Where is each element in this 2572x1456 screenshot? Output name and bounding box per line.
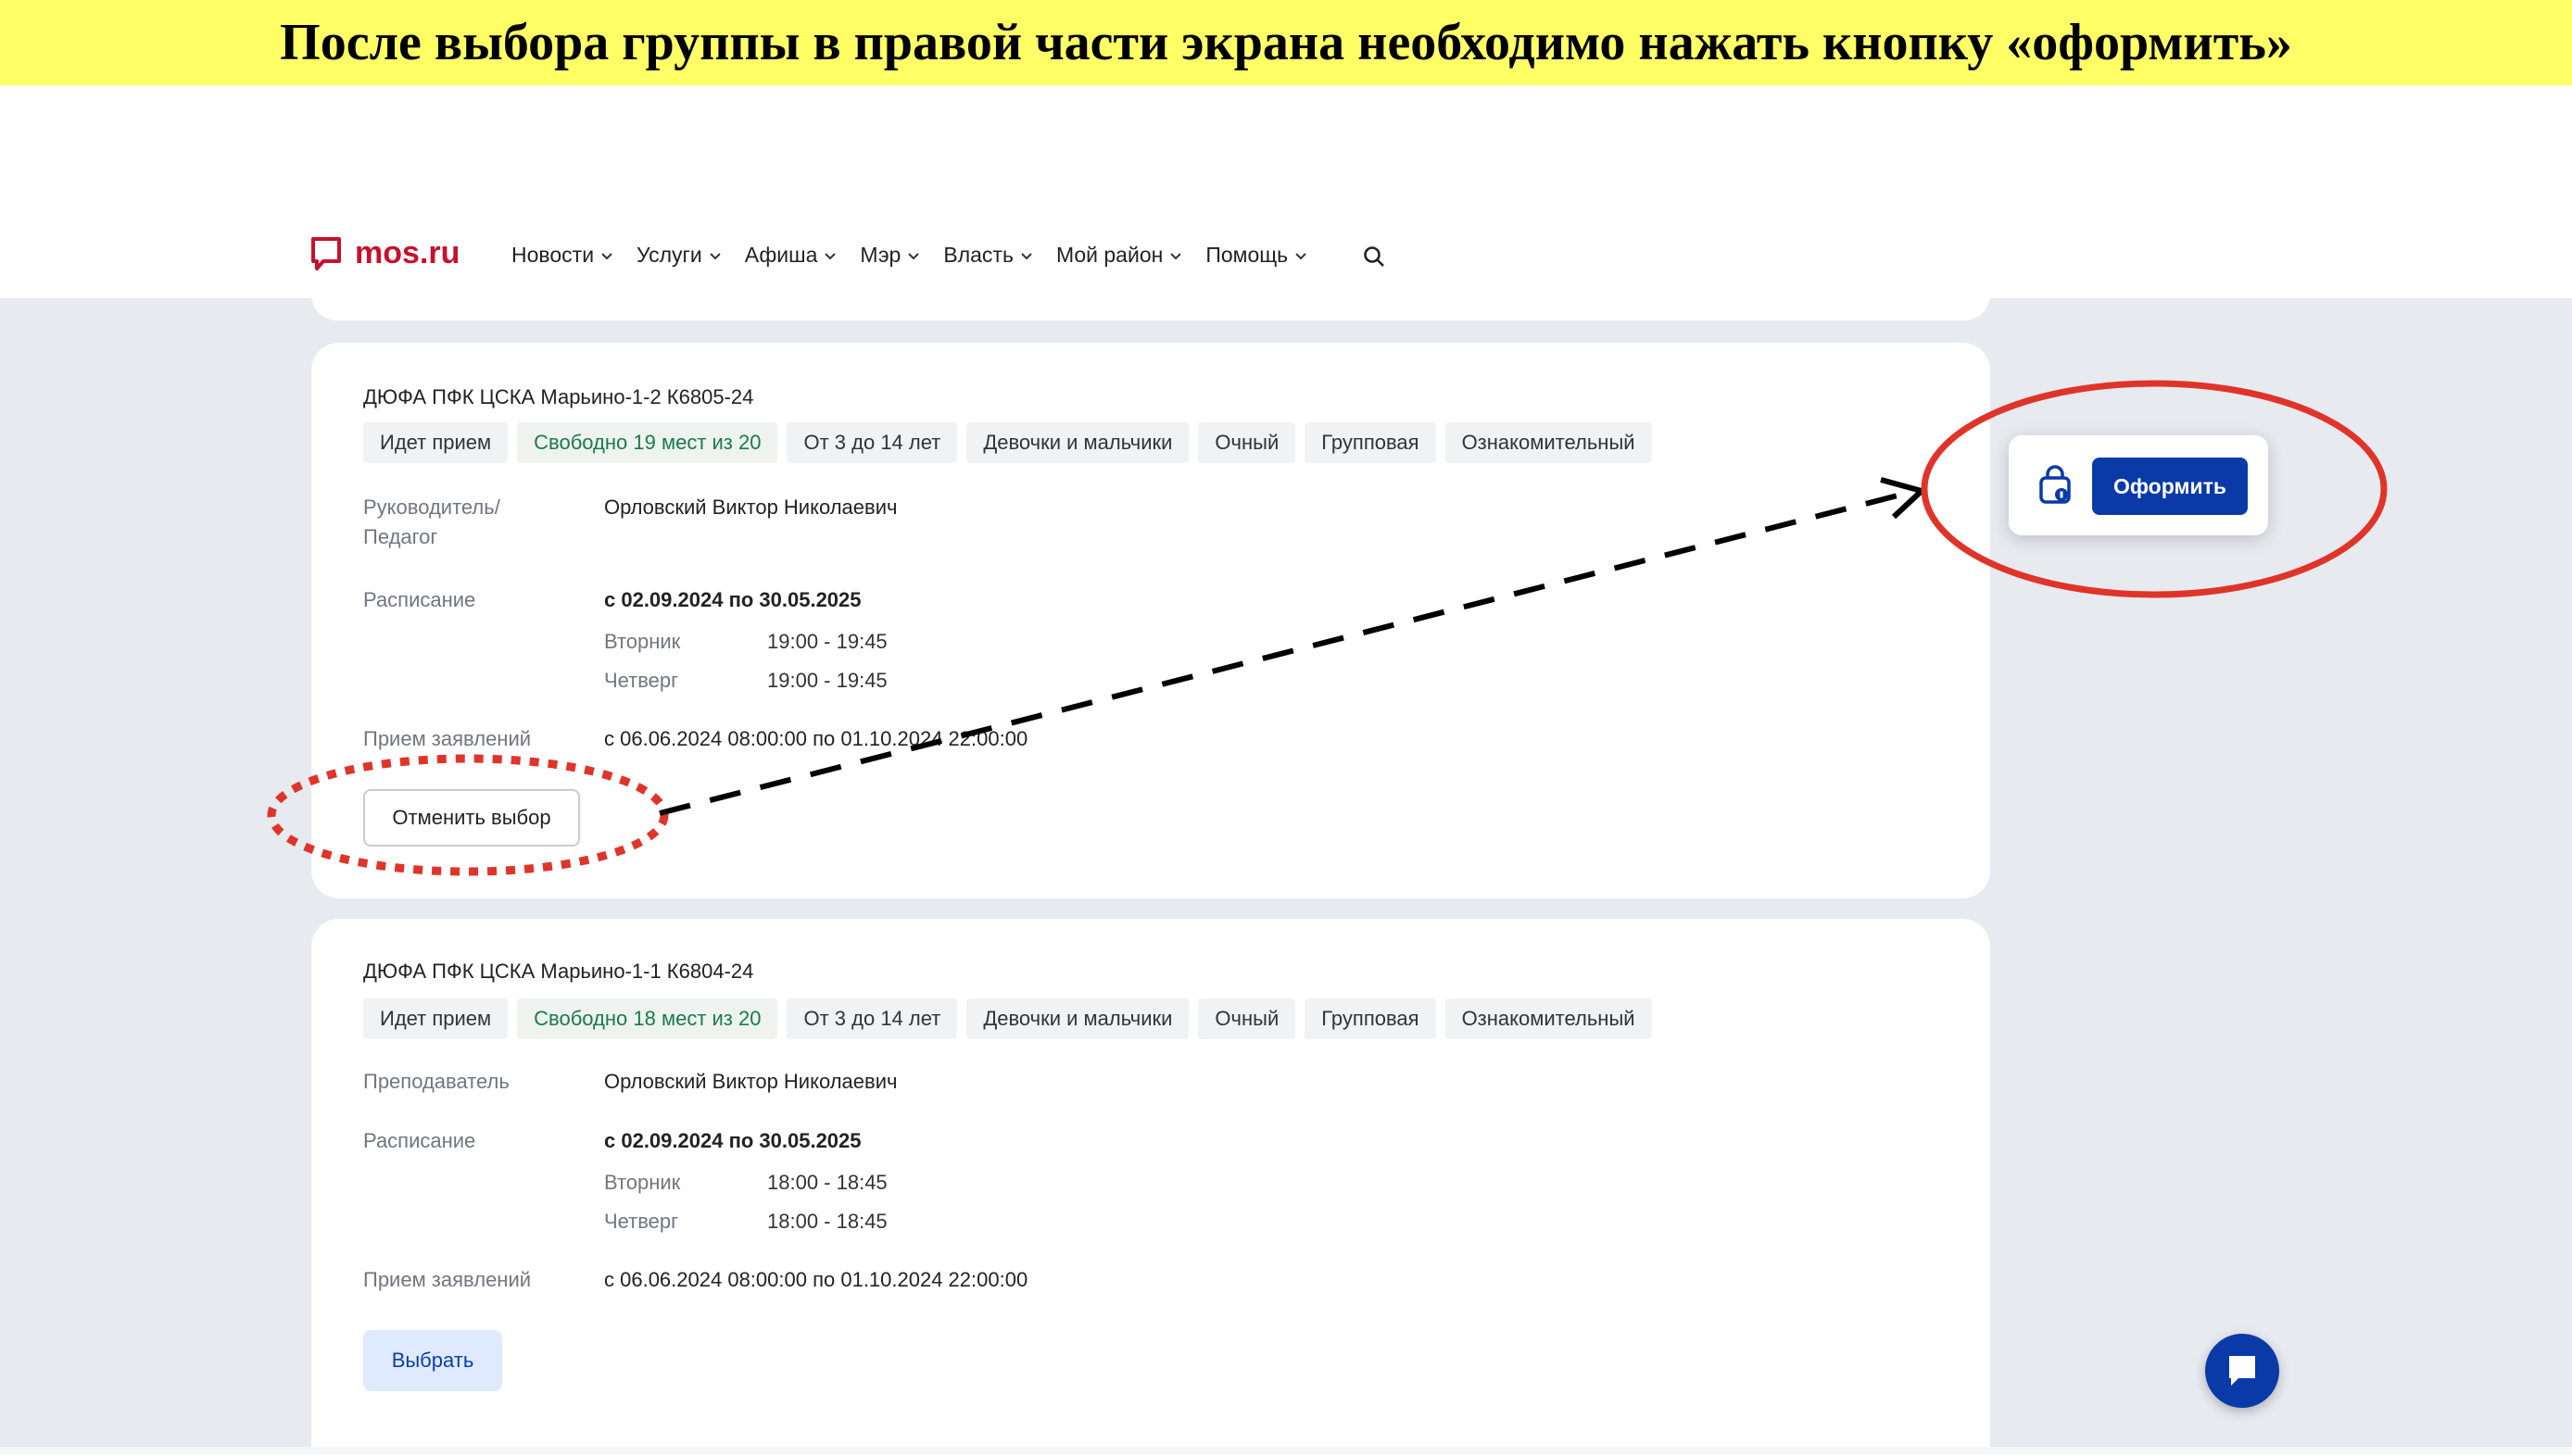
age-tag: От 3 до 14 лет [787, 998, 958, 1039]
cart-lock-icon [2039, 465, 2071, 504]
nav-item-afisha[interactable]: Афиша [745, 243, 838, 268]
schedule-day: Вторник [604, 1171, 681, 1194]
main-nav: Новости Услуги Афиша Мэр Власть Мой райо… [511, 243, 1330, 268]
schedule-day: Четверг [604, 669, 679, 692]
chevron-down-icon [825, 252, 837, 259]
nav-item-services[interactable]: Услуги [637, 243, 723, 268]
schedule-period: с 02.09.2024 по 30.05.2025 [604, 1129, 862, 1152]
format-tag: Очный [1198, 998, 1296, 1039]
chevron-down-icon [908, 252, 920, 259]
teacher-label: Преподаватель [363, 1070, 510, 1093]
nav-item-authority[interactable]: Власть [943, 243, 1034, 268]
logo-text: mos.ru [355, 235, 460, 270]
site-header: mos.ru Новости Услуги Афиша Мэр Власть М… [0, 215, 2572, 298]
chevron-down-icon [1170, 252, 1182, 259]
free-places-tag: Свободно 19 мест из 20 [517, 422, 778, 463]
level-tag: Ознакомительный [1444, 998, 1652, 1039]
schedule-day: Четверг [604, 1210, 679, 1233]
applications-value: с 06.06.2024 08:00:00 по 01.10.2024 22:0… [604, 727, 1028, 750]
nav-item-my-district[interactable]: Мой район [1056, 243, 1183, 268]
logo[interactable]: mos.ru [310, 235, 460, 271]
page-bottom-edge [0, 1447, 2572, 1454]
teacher-value: Орловский Виктор Николаевич [604, 1070, 898, 1093]
nav-label: Власть [943, 243, 1014, 267]
nav-label: Мэр [860, 243, 901, 267]
choose-button[interactable]: Выбрать [363, 1330, 502, 1391]
instruction-banner: После выбора группы в правой части экран… [0, 0, 2572, 85]
search-icon[interactable] [1362, 245, 1386, 269]
format-tag: Очный [1198, 422, 1296, 463]
schedule-period: с 02.09.2024 по 30.05.2025 [604, 588, 862, 611]
logo-icon [311, 236, 341, 270]
chevron-down-icon [601, 252, 612, 259]
group-title: ДЮФА ПФК ЦСКА Марьино-1-1 К6804-24 [363, 960, 754, 983]
schedule-label: Расписание [363, 1129, 476, 1152]
leader-value: Орловский Виктор Николаевич [604, 496, 898, 519]
schedule-day: Вторник [604, 630, 681, 653]
chevron-down-icon [1021, 252, 1032, 259]
schedule-time: 18:00 - 18:45 [767, 1210, 888, 1233]
group-card: ДЮФА ПФК ЦСКА Марьино-1-1 К6804-24 Идет … [311, 919, 1990, 1456]
schedule-label: Расписание [363, 588, 476, 611]
chat-icon [2229, 1356, 2255, 1386]
group-card-selected: ДЮФА ПФК ЦСКА Марьино-1-2 К6805-24 Идет … [311, 343, 1990, 898]
nav-label: Афиша [744, 243, 818, 267]
group-title: ДЮФА ПФК ЦСКА Марьино-1-2 К6805-24 [363, 385, 754, 408]
nav-item-news[interactable]: Новости [511, 243, 614, 268]
nav-item-help[interactable]: Помощь [1205, 243, 1308, 268]
nav-label: Мой район [1055, 243, 1164, 267]
instruction-text: После выбора группы в правой части экран… [280, 14, 2292, 71]
schedule-time: 18:00 - 18:45 [767, 1171, 888, 1194]
nav-label: Услуги [637, 243, 702, 267]
checkout-button[interactable]: Оформить [2092, 458, 2248, 515]
status-tag: Идет прием [363, 998, 509, 1039]
group-tags: Идет прием Свободно 18 мест из 20 От 3 д… [363, 998, 1652, 1039]
type-tag: Групповая [1305, 422, 1436, 463]
schedule-time: 19:00 - 19:45 [767, 669, 888, 692]
applications-label: Прием заявлений [363, 727, 532, 750]
cancel-selection-button[interactable]: Отменить выбор [363, 789, 580, 847]
checkout-panel: Оформить [2009, 435, 2268, 535]
leader-label: Руководитель/ Педагог [363, 496, 500, 548]
nav-label: Новости [511, 243, 595, 267]
chat-button[interactable] [2205, 1334, 2279, 1408]
applications-value: с 06.06.2024 08:00:00 по 01.10.2024 22:0… [604, 1268, 1028, 1291]
age-tag: От 3 до 14 лет [787, 422, 958, 463]
free-places-tag: Свободно 18 мест из 20 [517, 998, 778, 1039]
schedule-time: 19:00 - 19:45 [767, 630, 888, 653]
gender-tag: Девочки и мальчики [966, 422, 1190, 463]
level-tag: Ознакомительный [1444, 422, 1652, 463]
gender-tag: Девочки и мальчики [966, 998, 1190, 1039]
chevron-down-icon [1295, 252, 1306, 259]
type-tag: Групповая [1305, 998, 1436, 1039]
status-tag: Идет прием [363, 422, 509, 463]
nav-label: Помощь [1205, 243, 1289, 267]
chevron-down-icon [710, 252, 721, 259]
nav-item-mayor[interactable]: Мэр [860, 243, 921, 268]
group-tags: Идет прием Свободно 19 мест из 20 От 3 д… [363, 422, 1652, 463]
applications-label: Прием заявлений [363, 1268, 532, 1291]
